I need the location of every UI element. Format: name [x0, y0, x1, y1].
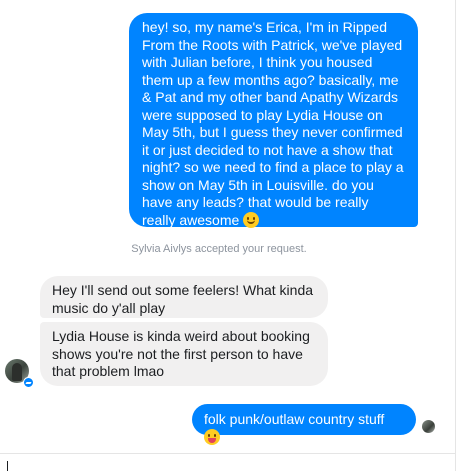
incoming-message-bubble[interactable]: Lydia House is kinda weird about booking… [40, 322, 328, 386]
tongue-out-face-icon [204, 428, 220, 445]
message-text: Lydia House is kinda weird about booking… [52, 328, 310, 379]
system-note: Sylvia Aivlys accepted your request. [131, 243, 307, 255]
panel-border [455, 0, 456, 471]
text-caret [7, 461, 8, 471]
message-text: hey! so, my name's Erica, I'm in Ripped … [142, 19, 404, 228]
seen-receipt-avatar [422, 420, 435, 433]
outgoing-message-bubble[interactable]: folk punk/outlaw country stuff [192, 404, 416, 445]
message-composer-input[interactable] [0, 454, 455, 471]
slightly-smiling-face-icon [243, 211, 260, 228]
messenger-badge-icon [23, 377, 34, 388]
message-text: Hey I'll send out some feelers! What kin… [52, 282, 314, 316]
avatar-figure [12, 363, 22, 381]
message-text: folk punk/outlaw country stuff [204, 411, 385, 427]
incoming-message-bubble[interactable]: Hey I'll send out some feelers! What kin… [40, 276, 328, 318]
outgoing-message-bubble[interactable]: hey! so, my name's Erica, I'm in Ripped … [129, 13, 418, 228]
